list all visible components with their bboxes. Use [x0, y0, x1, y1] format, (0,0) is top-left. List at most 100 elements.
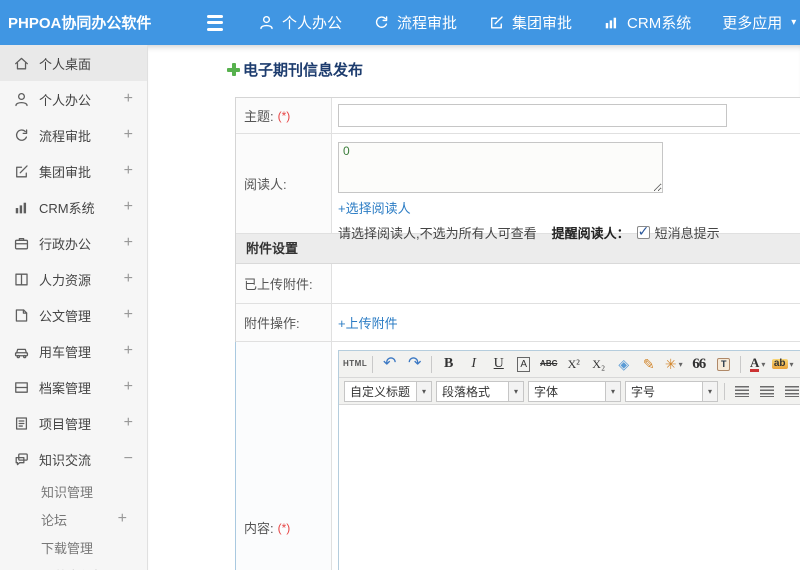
expand-plus-icon[interactable]: + — [118, 511, 127, 527]
upload-attachment-link[interactable]: +上传附件 — [338, 313, 398, 332]
bold-icon[interactable]: B — [437, 353, 460, 375]
readers-hint-row: 请选择阅读人,不选为所有人可查看 提醒阅读人： 短消息提示 — [338, 223, 800, 242]
remind-readers-label: 提醒阅读人： — [551, 226, 630, 241]
readers-textarea[interactable]: 0 — [338, 142, 663, 193]
attachment-action-label: 附件操作: — [244, 316, 300, 331]
topnav-label: 更多应用 — [722, 15, 783, 32]
person-icon — [258, 14, 275, 31]
align-left-icon[interactable] — [730, 380, 753, 402]
sidebar-subitem-forum[interactable]: 论坛 + — [0, 505, 147, 533]
rich-text-editor: HTML↶↷BIUAABCX²X₂◈✎✳▾66TA▾ab▾≡▾≡ 自定义标题 ▾… — [338, 350, 800, 570]
select-readers-link[interactable]: +选择阅读人 — [338, 198, 411, 217]
heading-style-select[interactable]: 自定义标题 ▾ — [344, 380, 432, 402]
toolbar-separator — [740, 355, 742, 373]
expand-plus-icon[interactable]: + — [124, 271, 133, 287]
chevron-down-icon: ▾ — [416, 381, 431, 401]
expand-plus-icon[interactable]: + — [124, 343, 133, 359]
font-family-select[interactable]: 字体 ▾ — [528, 380, 621, 402]
strikethrough-icon[interactable]: ABC — [537, 353, 560, 375]
readers-label: 阅读人: — [244, 177, 287, 192]
sidebar-item-vehicle-mgmt[interactable]: 用车管理 + — [0, 333, 147, 369]
collapse-minus-icon[interactable]: − — [124, 451, 133, 467]
editor-content-area[interactable] — [339, 405, 800, 570]
expand-plus-icon[interactable]: + — [124, 163, 133, 179]
align-right-icon[interactable] — [780, 380, 800, 402]
sidebar-item-personal-desktop[interactable]: 个人桌面 — [0, 45, 147, 81]
topnav-group-approval[interactable]: 集团审批 — [488, 12, 572, 33]
highlight-color-icon[interactable]: ab ▾ — [771, 353, 794, 375]
document-icon — [13, 307, 30, 324]
form-row-uploaded-attachments: 已上传附件: — [236, 264, 800, 304]
topnav-workflow-approval[interactable]: 流程审批 — [373, 12, 457, 33]
align-center-icon[interactable] — [755, 380, 778, 402]
expand-plus-icon[interactable]: + — [124, 235, 133, 251]
toolbar-separator — [372, 355, 374, 373]
subject-input[interactable] — [338, 104, 727, 127]
person-icon — [13, 91, 30, 108]
font-size-select[interactable]: 字号 ▾ — [625, 380, 718, 402]
sms-notify-label: 短消息提示 — [654, 226, 720, 241]
sidebar-item-project-mgmt[interactable]: 项目管理 + — [0, 405, 147, 441]
chevron-down-icon: ▾ — [791, 17, 797, 28]
process-icon — [373, 14, 390, 31]
redo-icon[interactable]: ↷ — [403, 353, 426, 375]
topnav-more-apps[interactable]: 更多应用 ▾ — [722, 12, 796, 33]
blockquote-icon[interactable]: 66 — [687, 353, 710, 375]
archive-icon — [13, 379, 30, 396]
sidebar-item-crm[interactable]: CRM系统 + — [0, 189, 147, 225]
sidebar-subitem-knowledge-mgmt[interactable]: 知识管理 — [0, 477, 147, 505]
sidebar-item-knowledge-exchange[interactable]: 知识交流 − — [0, 441, 147, 477]
sidebar-item-group-approval[interactable]: 集团审批 + — [0, 153, 147, 189]
auto-typeset-icon[interactable]: ✳ ▾ — [662, 353, 685, 375]
app-logo[interactable]: PHPOA协同办公软件 — [0, 12, 152, 33]
main-content: 电子期刊信息发布 主题: (*) 阅读人: 0 +选择阅读人 请选择阅读人,不选… — [148, 45, 800, 570]
paragraph-format-select[interactable]: 段落格式 ▾ — [436, 380, 524, 402]
format-brush-icon[interactable]: ✎ — [637, 353, 660, 375]
superscript-icon[interactable]: X² — [562, 353, 585, 375]
sidebar-item-archive-mgmt[interactable]: 档案管理 + — [0, 369, 147, 405]
topnav-label: CRM系统 — [627, 15, 692, 32]
undo-icon[interactable]: ↶ — [378, 353, 401, 375]
ordered-list-icon[interactable]: ≡▾ — [796, 353, 800, 375]
topnav-crm[interactable]: CRM系统 — [603, 12, 691, 33]
subject-label: 主题: — [244, 109, 274, 124]
underline-icon[interactable]: U — [487, 353, 510, 375]
sidebar-subitem-public-file-cabinet[interactable]: 公共文件柜 — [0, 561, 147, 570]
process-icon — [13, 127, 30, 144]
project-icon — [13, 415, 30, 432]
menu-toggle-button[interactable] — [204, 14, 226, 31]
expand-plus-icon[interactable]: + — [124, 307, 133, 323]
html-source-button[interactable]: HTML — [343, 353, 367, 375]
paste-text-icon[interactable]: T — [712, 353, 735, 375]
edit-icon — [488, 14, 505, 31]
dropdown-caret-icon: ▾ — [789, 359, 794, 369]
italic-icon[interactable]: I — [462, 353, 485, 375]
form-row-attachment-action: 附件操作: +上传附件 — [236, 304, 800, 342]
required-mark: (*) — [277, 520, 291, 535]
font-color-icon[interactable]: A ▾ — [746, 353, 769, 375]
sidebar-item-workflow-approval[interactable]: 流程审批 + — [0, 117, 147, 153]
sidebar-subitem-download-mgmt[interactable]: 下载管理 — [0, 533, 147, 561]
book-icon — [13, 271, 30, 288]
remove-format-icon[interactable]: ◈ — [612, 353, 635, 375]
expand-plus-icon[interactable]: + — [124, 379, 133, 395]
expand-plus-icon[interactable]: + — [124, 127, 133, 143]
char-border-icon[interactable]: A — [512, 353, 535, 375]
topnav-personal-office[interactable]: 个人办公 — [258, 12, 342, 33]
sidebar-item-admin-office[interactable]: 行政办公 + — [0, 225, 147, 261]
chat-icon — [13, 451, 30, 468]
expand-plus-icon[interactable]: + — [124, 199, 133, 215]
sms-notify-checkbox[interactable] — [636, 223, 650, 240]
topnav-label: 个人办公 — [282, 15, 343, 32]
home-icon — [13, 55, 30, 72]
top-navigation: 个人办公 流程审批 集团审批 CRM系统 更多应用 ▾ — [258, 12, 796, 33]
page-title: 电子期刊信息发布 — [227, 59, 800, 80]
sidebar-item-hr[interactable]: 人力资源 + — [0, 261, 147, 297]
form-row-content: 内容: (*) HTML↶↷BIUAABCX²X₂◈✎✳▾66TA▾ab▾≡▾≡… — [235, 342, 800, 570]
sidebar-item-document-mgmt[interactable]: 公文管理 + — [0, 297, 147, 333]
subscript-icon[interactable]: X₂ — [587, 353, 610, 375]
sidebar-item-personal-office[interactable]: 个人办公 + — [0, 81, 147, 117]
briefcase-icon — [13, 235, 30, 252]
expand-plus-icon[interactable]: + — [124, 91, 133, 107]
expand-plus-icon[interactable]: + — [124, 415, 133, 431]
